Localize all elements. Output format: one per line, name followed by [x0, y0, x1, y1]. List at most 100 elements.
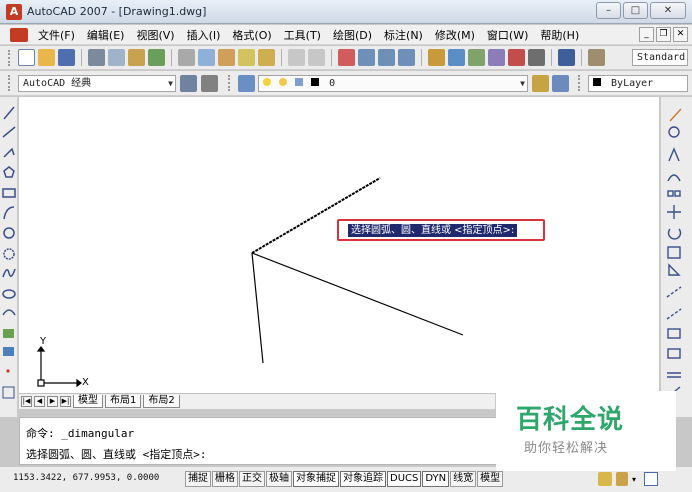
- menu-insert[interactable]: 插入(I): [181, 27, 227, 43]
- coordinate-display[interactable]: 1153.3422, 677.9953, 0.0000: [13, 473, 159, 483]
- layer-previous-icon[interactable]: [552, 75, 569, 92]
- tab-layout2[interactable]: 布局2: [143, 395, 180, 408]
- hatch-icon[interactable]: [2, 386, 15, 399]
- menu-draw[interactable]: 绘图(D): [327, 27, 378, 43]
- layer-dropdown[interactable]: 0 ▼: [258, 75, 528, 92]
- polyline-icon[interactable]: [3, 147, 15, 158]
- paste-icon[interactable]: [218, 49, 235, 66]
- menu-modify[interactable]: 修改(M): [429, 27, 481, 43]
- prev-tab-icon[interactable]: ◀: [34, 396, 45, 407]
- doc-restore-button[interactable]: ❐: [656, 27, 671, 42]
- annotation-icon[interactable]: [598, 472, 612, 486]
- document-icon[interactable]: [10, 27, 28, 42]
- layer-manager-icon[interactable]: [238, 75, 255, 92]
- new-file-icon[interactable]: [18, 49, 35, 66]
- first-tab-icon[interactable]: |◀: [21, 396, 32, 407]
- block-editor-icon[interactable]: [258, 49, 275, 66]
- menu-help[interactable]: 帮助(H): [534, 27, 585, 43]
- polygon-icon[interactable]: [3, 166, 15, 178]
- pan-icon[interactable]: [338, 49, 355, 66]
- break-icon[interactable]: [667, 328, 681, 339]
- lineweight-toggle[interactable]: 线宽: [450, 471, 477, 487]
- drawn-line[interactable]: [251, 252, 464, 336]
- toolbar-grip[interactable]: [228, 75, 232, 91]
- design-center-icon[interactable]: [448, 49, 465, 66]
- 3d-dwf-icon[interactable]: [148, 49, 165, 66]
- sheet-set-icon[interactable]: [488, 49, 505, 66]
- mirror-icon[interactable]: [668, 147, 680, 162]
- ducs-toggle[interactable]: DUCS: [387, 471, 422, 487]
- selected-line[interactable]: [251, 177, 381, 254]
- autocad-app-icon[interactable]: A: [6, 4, 22, 20]
- properties-icon[interactable]: [428, 49, 445, 66]
- offset-icon[interactable]: [667, 174, 681, 182]
- workspace-settings-icon[interactable]: [180, 75, 197, 92]
- clean-screen-icon[interactable]: [644, 472, 658, 486]
- arc-icon[interactable]: [3, 206, 15, 220]
- copy-icon[interactable]: [198, 49, 215, 66]
- markup-icon[interactable]: [508, 49, 525, 66]
- workspace-save-icon[interactable]: [201, 75, 218, 92]
- print-preview-icon[interactable]: [108, 49, 125, 66]
- minimize-button[interactable]: –: [596, 2, 621, 19]
- circle-icon[interactable]: [3, 227, 15, 239]
- toolbar-grip[interactable]: [8, 50, 12, 66]
- dyn-toggle[interactable]: DYN: [422, 471, 450, 487]
- tool-palettes-icon[interactable]: [468, 49, 485, 66]
- tab-layout1[interactable]: 布局1: [105, 395, 142, 408]
- menu-window[interactable]: 窗口(W): [481, 27, 534, 43]
- undo-icon[interactable]: [288, 49, 305, 66]
- drawn-line[interactable]: [251, 252, 264, 364]
- last-tab-icon[interactable]: ▶|: [60, 396, 71, 407]
- menu-tools[interactable]: 工具(T): [278, 27, 327, 43]
- workspace-dropdown[interactable]: AutoCAD 经典 ▼: [18, 75, 176, 92]
- ellipse-arc-icon[interactable]: [2, 309, 16, 316]
- construction-line-icon[interactable]: [2, 126, 16, 138]
- spline-icon[interactable]: [2, 268, 16, 278]
- toolbar-grip[interactable]: [8, 75, 12, 91]
- stretch-icon[interactable]: [668, 263, 681, 276]
- trim-icon[interactable]: [666, 286, 682, 298]
- point-icon[interactable]: [6, 369, 10, 373]
- chevron-down-icon[interactable]: ▾: [632, 475, 640, 484]
- move-icon[interactable]: [667, 205, 681, 219]
- ellipse-icon[interactable]: [2, 289, 16, 299]
- extend-icon[interactable]: [666, 308, 682, 320]
- help-icon[interactable]: [558, 49, 575, 66]
- zoom-realtime-icon[interactable]: [358, 49, 375, 66]
- print-icon[interactable]: [88, 49, 105, 66]
- publish-icon[interactable]: [128, 49, 145, 66]
- rectangle-icon[interactable]: [2, 188, 16, 198]
- menu-dimension[interactable]: 标注(N): [378, 27, 429, 43]
- color-dropdown[interactable]: ByLayer: [588, 75, 688, 92]
- command-prompt-line[interactable]: 选择圆弧、圆、直线或 <指定顶点>:: [26, 446, 207, 462]
- revision-cloud-icon[interactable]: [3, 248, 15, 260]
- lock-icon[interactable]: [616, 472, 628, 486]
- chamfer-icon[interactable]: [667, 372, 681, 378]
- doc-minimize-button[interactable]: _: [639, 27, 654, 42]
- insert-block-icon[interactable]: [3, 329, 14, 338]
- menu-edit[interactable]: 编辑(E): [81, 27, 131, 43]
- calculator-icon[interactable]: [528, 49, 545, 66]
- maximize-button[interactable]: □: [623, 2, 648, 19]
- zoom-previous-icon[interactable]: [398, 49, 415, 66]
- tab-model[interactable]: 模型: [73, 395, 103, 408]
- text-style-icon[interactable]: [588, 49, 605, 66]
- line-tool-icon[interactable]: [3, 106, 15, 120]
- make-block-icon[interactable]: [3, 347, 14, 356]
- array-icon[interactable]: [667, 190, 674, 197]
- grid-toggle[interactable]: 栅格: [212, 471, 238, 487]
- snap-toggle[interactable]: 捕捉: [185, 471, 211, 487]
- join-icon[interactable]: [667, 348, 681, 359]
- rotate-icon[interactable]: [667, 228, 682, 240]
- match-properties-icon[interactable]: [238, 49, 255, 66]
- text-style-dropdown[interactable]: Standard: [632, 49, 688, 66]
- cut-icon[interactable]: [178, 49, 195, 66]
- polar-toggle[interactable]: 极轴: [266, 471, 292, 487]
- erase-icon[interactable]: [669, 108, 682, 122]
- menu-file[interactable]: 文件(F): [32, 27, 81, 43]
- drawing-canvas[interactable]: [19, 97, 659, 393]
- next-tab-icon[interactable]: ▶: [47, 396, 58, 407]
- toolbar-grip[interactable]: [578, 75, 582, 91]
- copy-object-icon[interactable]: [668, 126, 680, 138]
